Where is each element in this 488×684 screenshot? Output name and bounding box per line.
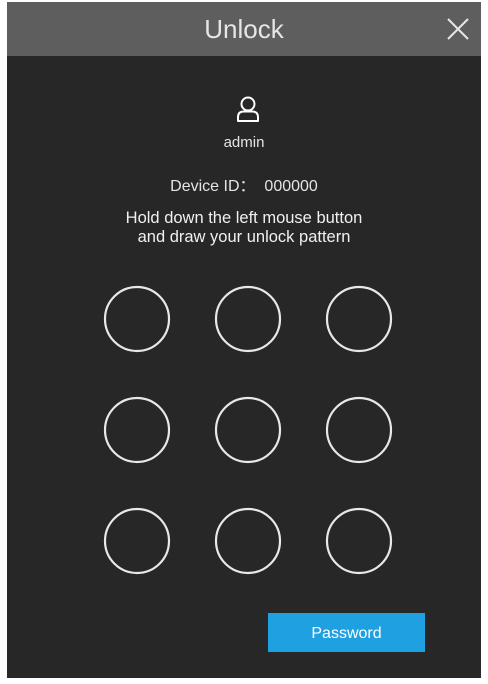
- pattern-dot-3[interactable]: [325, 285, 393, 353]
- password-button[interactable]: Password: [268, 613, 425, 652]
- pattern-dot-8[interactable]: [214, 507, 282, 575]
- unlock-dialog: Unlock admin Device ID： 000000 Hold down…: [7, 2, 481, 678]
- pattern-grid[interactable]: [7, 2, 481, 602]
- pattern-dot-2[interactable]: [214, 285, 282, 353]
- pattern-dot-1[interactable]: [103, 285, 171, 353]
- pattern-dot-7[interactable]: [103, 507, 171, 575]
- pattern-dot-6[interactable]: [325, 396, 393, 464]
- pattern-dot-5[interactable]: [214, 396, 282, 464]
- pattern-dot-4[interactable]: [103, 396, 171, 464]
- pattern-dot-9[interactable]: [325, 507, 393, 575]
